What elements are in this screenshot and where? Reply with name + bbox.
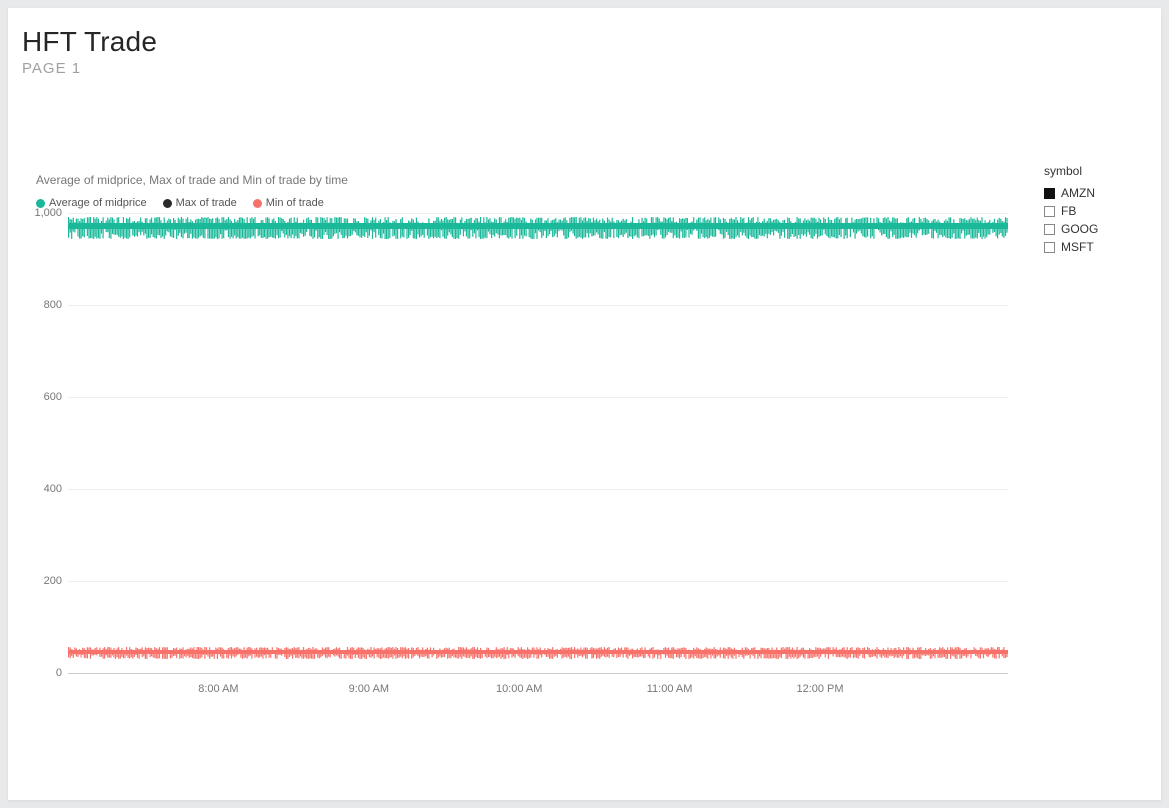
slicer-symbol[interactable]: symbol AMZN FB GOOG MSFT <box>1044 164 1154 256</box>
chart-visual[interactable]: Average of midprice, Max of trade and Mi… <box>36 173 1016 733</box>
legend-item-min-trade[interactable]: Min of trade <box>253 197 324 209</box>
grid-line <box>68 305 1008 306</box>
grid-line <box>68 213 1008 214</box>
page-subtitle: PAGE 1 <box>22 60 81 77</box>
legend-label: Min of trade <box>266 197 324 209</box>
x-tick-label: 9:00 AM <box>349 683 389 695</box>
series-line-icon <box>68 647 1008 659</box>
grid-line <box>68 489 1008 490</box>
grid-line <box>68 397 1008 398</box>
y-tick-label: 200 <box>26 575 62 587</box>
y-tick-label: 600 <box>26 391 62 403</box>
y-axis: 0 200 400 600 800 1,000 <box>32 213 66 673</box>
chart-title: Average of midprice, Max of trade and Mi… <box>36 173 1016 187</box>
series-line-icon <box>68 217 1008 239</box>
report-canvas: HFT Trade PAGE 1 Average of midprice, Ma… <box>8 8 1161 800</box>
series-band-avg-midprice <box>68 217 1008 239</box>
series-band-min-trade <box>68 647 1008 659</box>
legend-swatch-icon <box>253 199 262 208</box>
y-tick-label: 0 <box>26 667 62 679</box>
slicer-item-label: FB <box>1061 204 1076 218</box>
slicer-item-msft[interactable]: MSFT <box>1044 238 1154 256</box>
page-title: HFT Trade <box>22 26 157 58</box>
slicer-item-fb[interactable]: FB <box>1044 202 1154 220</box>
slicer-item-label: AMZN <box>1061 186 1095 200</box>
chart-plot-area[interactable]: 0 200 400 600 800 1,000 <box>68 213 1008 673</box>
legend-label: Average of midprice <box>49 197 147 209</box>
x-tick-label: 10:00 AM <box>496 683 542 695</box>
legend-swatch-icon <box>163 199 172 208</box>
y-tick-label: 800 <box>26 299 62 311</box>
slicer-item-label: MSFT <box>1061 240 1094 254</box>
legend-label: Max of trade <box>176 197 237 209</box>
grid-line <box>68 673 1008 674</box>
slicer-item-label: GOOG <box>1061 222 1098 236</box>
checkbox-icon[interactable] <box>1044 224 1055 235</box>
y-tick-label: 400 <box>26 483 62 495</box>
grid-line <box>68 581 1008 582</box>
checkbox-icon[interactable] <box>1044 188 1055 199</box>
slicer-item-amzn[interactable]: AMZN <box>1044 184 1154 202</box>
x-axis: 8:00 AM 9:00 AM 10:00 AM 11:00 AM 12:00 … <box>68 683 1008 703</box>
x-tick-label: 12:00 PM <box>796 683 843 695</box>
slicer-title: symbol <box>1044 164 1154 178</box>
y-tick-label: 1,000 <box>26 207 62 219</box>
x-tick-label: 11:00 AM <box>647 683 693 695</box>
legend-item-max-trade[interactable]: Max of trade <box>163 197 237 209</box>
chart-legend: Average of midprice Max of trade Min of … <box>36 197 1016 209</box>
x-tick-label: 8:00 AM <box>198 683 238 695</box>
checkbox-icon[interactable] <box>1044 242 1055 253</box>
checkbox-icon[interactable] <box>1044 206 1055 217</box>
slicer-item-goog[interactable]: GOOG <box>1044 220 1154 238</box>
